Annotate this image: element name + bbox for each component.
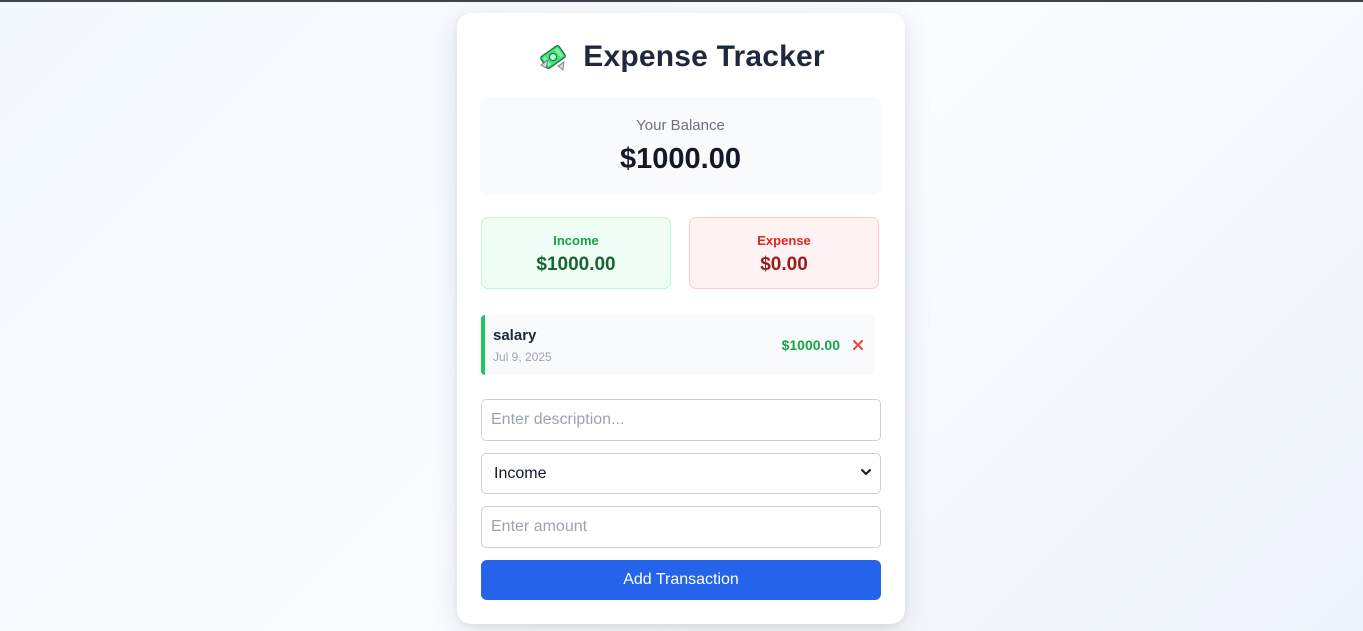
balance-label: Your Balance: [636, 117, 725, 134]
transaction-item: salary Jul 9, 2025 $1000.00: [481, 315, 874, 375]
amount-input[interactable]: [481, 506, 881, 548]
header: Expense Tracker: [457, 39, 905, 75]
expense-label: Expense: [757, 233, 811, 248]
expense-summary-card: Expense $0.00: [689, 217, 879, 289]
description-input[interactable]: [481, 399, 881, 441]
transaction-amount: $1000.00: [781, 337, 840, 353]
balance-panel: Your Balance $1000.00: [480, 97, 881, 195]
transaction-date: Jul 9, 2025: [493, 350, 552, 364]
income-label: Income: [553, 233, 599, 248]
expense-tracker-card: Expense Tracker Your Balance $1000.00 In…: [457, 13, 905, 624]
close-icon[interactable]: [850, 337, 866, 353]
transaction-type-select[interactable]: Income: [481, 453, 881, 494]
chevron-down-icon: [860, 465, 872, 483]
add-transaction-button[interactable]: Add Transaction: [481, 560, 881, 600]
app-title: Expense Tracker: [583, 40, 825, 73]
income-value: $1000.00: [536, 254, 616, 275]
income-summary-card: Income $1000.00: [481, 217, 671, 289]
transaction-description: salary: [493, 327, 537, 344]
window-top-border: [0, 0, 1363, 2]
money-with-wings-icon: [537, 41, 569, 73]
balance-value: $1000.00: [620, 143, 741, 175]
expense-value: $0.00: [760, 254, 808, 275]
transaction-type-value: Income: [494, 464, 547, 482]
